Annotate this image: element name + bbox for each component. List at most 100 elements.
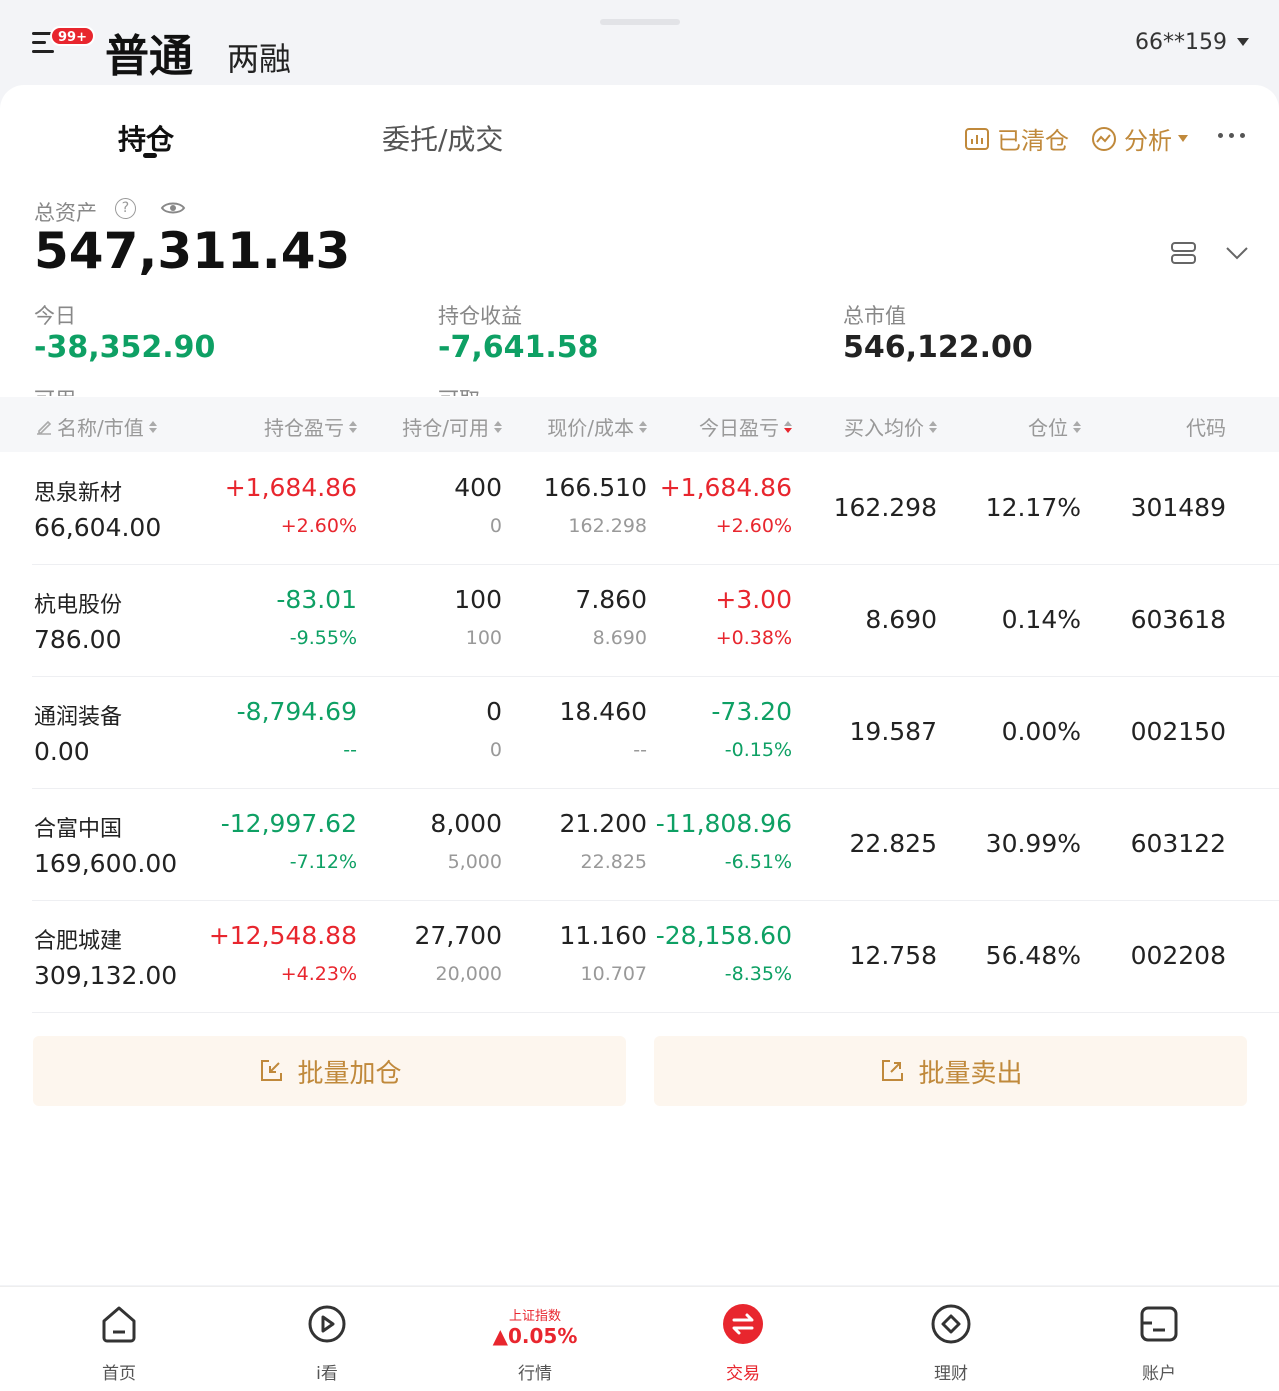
position-weight: 30.99% — [985, 829, 1081, 858]
sort-icon — [494, 420, 502, 433]
nav-account[interactable]: 账户 — [1099, 1287, 1219, 1391]
tab-indicator — [143, 153, 157, 158]
table-row[interactable]: 合肥城建 309,132.00 +12,548.88 +4.23% 27,700 20,0… — [0, 901, 1279, 1013]
position-pnl-pct: -9.55% — [289, 627, 357, 649]
market-value: 309,132.00 — [34, 961, 178, 990]
index-change: ▲0.05% — [492, 1324, 578, 1348]
today-pnl-pct: +2.60% — [715, 515, 792, 537]
stock-name: 思泉新材 — [34, 481, 123, 506]
chevron-down-icon[interactable] — [1225, 245, 1249, 261]
edit-icon[interactable] — [34, 417, 54, 437]
today-pnl-pct: -6.51% — [724, 851, 792, 873]
today-pnl: +3.00 — [715, 585, 792, 614]
position-qty: 400 — [454, 473, 502, 502]
today-pnl: -28,158.60 — [655, 921, 792, 950]
col-pnl-label: 持仓盈亏 — [264, 416, 344, 440]
today-pnl-pct: -0.15% — [724, 739, 792, 761]
account-tab-normal[interactable]: 普通 — [105, 20, 193, 84]
nav-wealth[interactable]: 理财 — [891, 1287, 1011, 1391]
col-qty[interactable]: 持仓/可用 — [402, 412, 502, 441]
nav-market[interactable]: 上证指数 ▲0.05% 行情 — [475, 1287, 595, 1391]
col-avg[interactable]: 买入均价 — [844, 412, 937, 441]
nav-market-label: 行情 — [518, 1364, 552, 1384]
table-row[interactable]: 杭电股份 786.00 -83.01 -9.55% 100 100 7.860 8.690 +3… — [0, 565, 1279, 677]
position-pnl: -8,794.69 — [236, 697, 357, 726]
total-assets-value: 547,311.43 — [34, 222, 351, 280]
batch-add-button[interactable]: 批量加仓 — [33, 1036, 626, 1106]
stock-code: 603122 — [1130, 829, 1226, 858]
position-weight: 0.00% — [1001, 717, 1081, 746]
nav-trade[interactable]: 交易 — [683, 1287, 803, 1391]
cleared-positions-button[interactable]: 已清仓 — [963, 121, 1069, 156]
nav-account-label: 账户 — [1142, 1364, 1176, 1384]
position-weight: 56.48% — [985, 941, 1081, 970]
chart-box-icon — [965, 127, 989, 150]
col-price-label: 现价/成本 — [547, 416, 634, 440]
nav-home-label: 首页 — [102, 1364, 136, 1384]
position-qty: 100 — [454, 585, 502, 614]
nav-home[interactable]: 首页 — [59, 1287, 179, 1391]
current-price: 166.510 — [543, 473, 647, 502]
current-price: 18.460 — [559, 697, 647, 726]
cost-price: 162.298 — [568, 515, 647, 537]
col-today[interactable]: 今日盈亏 — [699, 412, 792, 441]
cost-price: 10.707 — [580, 963, 647, 985]
home-icon — [102, 1306, 136, 1343]
cost-price: 22.825 — [580, 851, 647, 873]
available-qty: 0 — [489, 515, 502, 537]
stock-code: 002208 — [1130, 941, 1226, 970]
avg-buy-price: 19.587 — [849, 717, 937, 746]
current-price: 7.860 — [575, 585, 647, 614]
batch-sell-button[interactable]: 批量卖出 — [654, 1036, 1247, 1106]
position-pnl: -83.01 — [276, 585, 357, 614]
account-selector[interactable]: 66**159 — [1135, 30, 1227, 55]
pnl-label: 持仓收益 — [438, 304, 522, 328]
current-price: 21.200 — [559, 809, 647, 838]
available-qty: 0 — [489, 739, 502, 761]
today-pnl-pct: -8.35% — [724, 963, 792, 985]
more-icon[interactable] — [1218, 133, 1245, 138]
col-code-label: 代码 — [1186, 416, 1226, 440]
col-pnl[interactable]: 持仓盈亏 — [264, 412, 357, 441]
position-qty: 27,700 — [414, 921, 502, 950]
caret-down-icon[interactable] — [1237, 38, 1249, 46]
position-pnl-pct: +4.23% — [280, 963, 357, 985]
available-label: 可用 — [34, 384, 76, 396]
table-row[interactable]: 通润装备 0.00 -8,794.69 -- 0 0 18.460 -- -73.20 -0.15… — [0, 677, 1279, 789]
analysis-button[interactable]: 分析 — [1090, 121, 1188, 156]
avg-buy-price: 8.690 — [865, 605, 937, 634]
layout-toggle-icon[interactable] — [1170, 240, 1197, 266]
table-row[interactable]: 思泉新材 66,604.00 +1,684.86 +2.60% 400 0 166.510 1… — [0, 453, 1279, 565]
nav-watch-label: i看 — [316, 1364, 338, 1384]
position-pnl-pct: -7.12% — [289, 851, 357, 873]
eye-icon[interactable] — [160, 199, 186, 217]
batch-sell-label: 批量卖出 — [918, 1058, 1023, 1089]
col-code: 代码 — [1186, 412, 1226, 441]
stock-name: 通润装备 — [34, 705, 123, 730]
col-weight[interactable]: 仓位 — [1028, 412, 1081, 441]
today-pnl: +1,684.86 — [659, 473, 792, 502]
sort-icon — [1073, 420, 1081, 433]
account-icon — [1140, 1306, 1178, 1342]
position-pnl: -12,997.62 — [220, 809, 357, 838]
trade-icon — [723, 1304, 763, 1344]
drag-handle[interactable] — [600, 19, 680, 25]
nav-watch[interactable]: i看 — [267, 1287, 387, 1391]
col-name[interactable]: 名称/市值 — [34, 412, 157, 441]
tab-orders[interactable]: 委托/成交 — [382, 118, 503, 158]
batch-add-icon — [261, 1060, 283, 1081]
sort-icon — [929, 420, 937, 433]
bottom-nav: 首页 i看 上证指数 ▲0.05% 行情 交易 理财 账户 — [0, 1286, 1279, 1391]
col-price[interactable]: 现价/成本 — [547, 412, 647, 441]
account-tab-margin[interactable]: 两融 — [227, 34, 291, 80]
help-icon[interactable]: ? — [115, 198, 136, 219]
avg-buy-price: 12.758 — [849, 941, 937, 970]
col-avg-label: 买入均价 — [844, 416, 924, 440]
col-today-label: 今日盈亏 — [699, 416, 779, 440]
market-value: 0.00 — [34, 737, 90, 766]
caret-down-icon — [1178, 135, 1188, 142]
today-value: -38,352.90 — [34, 330, 216, 365]
position-pnl: +12,548.88 — [208, 921, 357, 950]
table-row[interactable]: 合富中国 169,600.00 -12,997.62 -7.12% 8,000 5,000… — [0, 789, 1279, 901]
tab-holdings[interactable]: 持仓 — [118, 118, 174, 158]
